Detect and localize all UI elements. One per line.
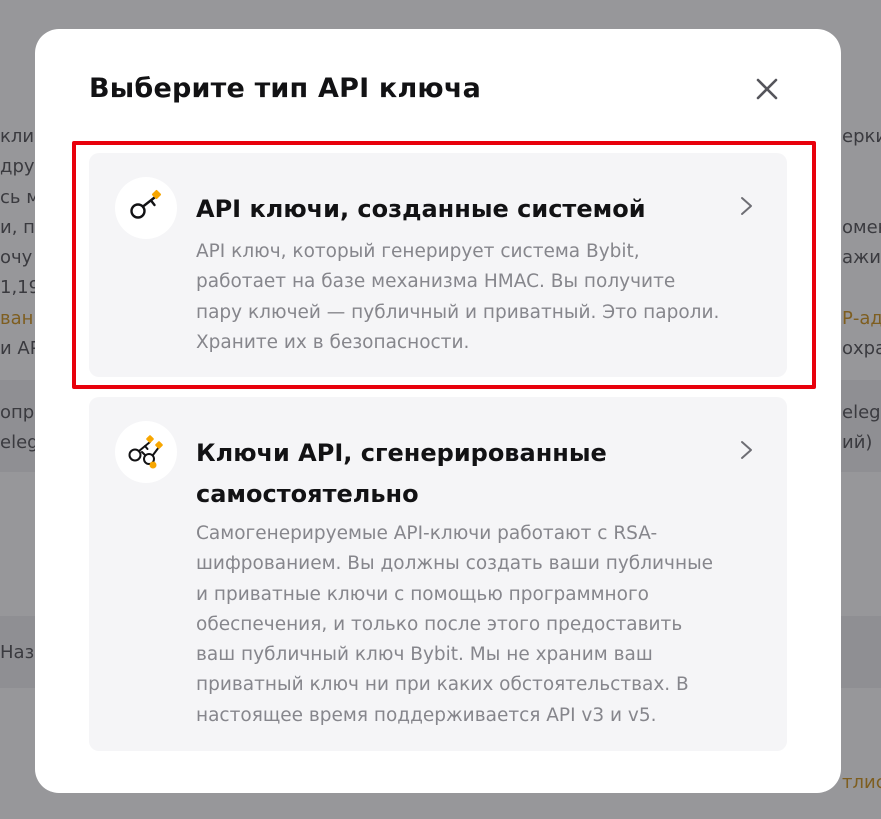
key-icon <box>115 177 177 239</box>
option-title: API ключи, созданные системой <box>196 195 646 223</box>
keys-gear-icon <box>115 421 177 483</box>
option-self-generated-keys[interactable]: Ключи API, сгенерированные самостоятельн… <box>89 397 787 751</box>
option-description: Самогенерируемые API-ключи работают с RS… <box>196 523 714 726</box>
option-description: API ключ, который генерирует система Byb… <box>196 241 720 353</box>
chevron-right-icon <box>735 195 757 217</box>
dialog-title: Выберите тип API ключа <box>89 73 482 104</box>
option-system-generated-keys[interactable]: API ключи, созданные системой API ключ, … <box>89 153 787 377</box>
api-key-type-dialog: Выберите тип API ключа API ключи, создан… <box>35 29 841 793</box>
option-title: Ключи API, сгенерированные самостоятельн… <box>196 439 607 508</box>
close-icon <box>756 78 778 100</box>
close-button[interactable] <box>751 73 783 105</box>
chevron-right-icon <box>735 439 757 461</box>
